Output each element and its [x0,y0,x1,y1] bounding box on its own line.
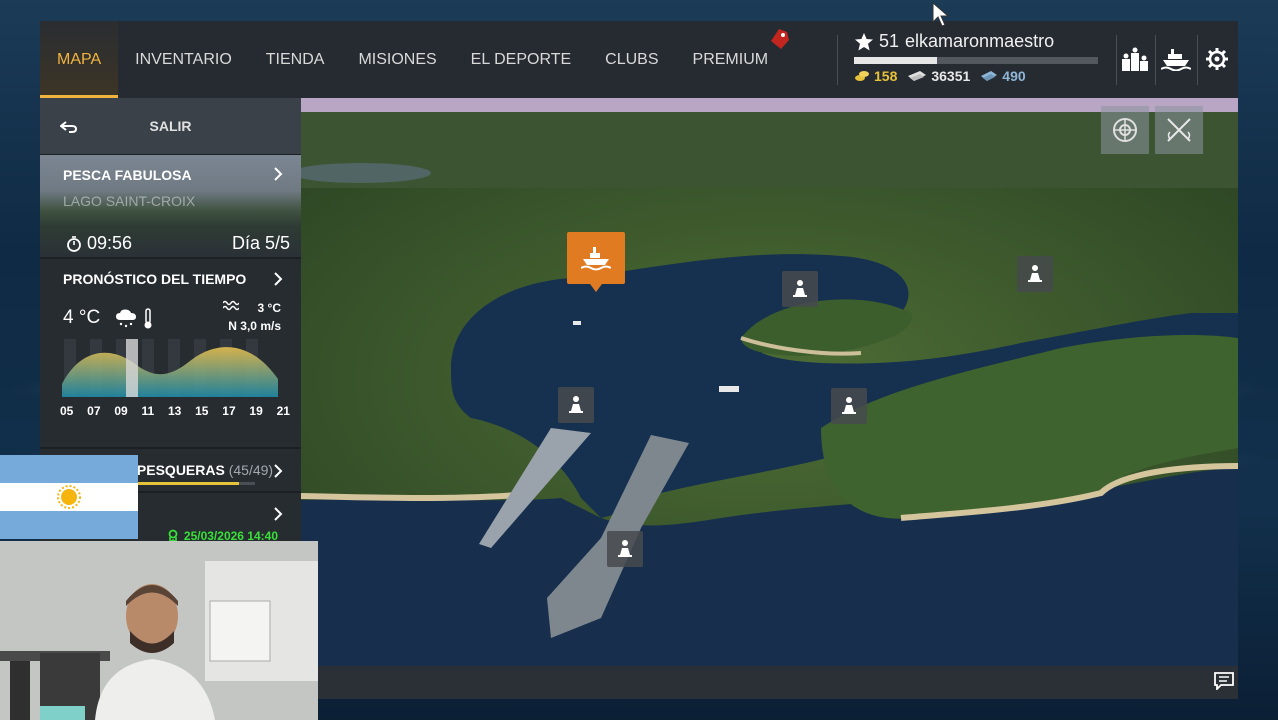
star-icon [855,32,873,50]
player-info[interactable]: 51 elkamaronmaestro 158 36351 490 [854,31,1098,91]
silver-amount: 36351 [931,68,971,84]
tab-el-deporte[interactable]: EL DEPORTE [454,21,588,98]
sale-tag-icon [771,29,790,49]
gear-icon [1206,48,1228,70]
fishing-spot-marker[interactable] [782,271,818,307]
compass-icon [1113,118,1137,142]
forecast-hour-label: 15 [195,404,209,418]
streamer-webcam [0,541,318,720]
game-time: 09:56 [87,233,133,253]
leaderboard-icon [1122,47,1148,71]
species-count: (45/49) [228,462,274,478]
lake-map[interactable] [301,98,1238,666]
divider [1155,35,1156,85]
weather-title: PRONÓSTICO DEL TIEMPO [63,271,247,287]
divider [837,35,838,85]
boat-button[interactable] [1159,42,1193,76]
forecast-hour-label: 17 [222,404,236,418]
angler-icon [1028,265,1042,282]
tab-mapa[interactable]: MAPA [40,21,119,98]
weather-forecast-graph [62,339,278,397]
xp-bar-fill [854,57,937,64]
chevron-right-icon [274,272,283,286]
argentina-flag [0,455,138,539]
boat-rental-marker[interactable] [567,232,625,292]
baitcoin-amount: 490 [1002,68,1026,84]
snow-cloud-icon [116,309,136,328]
compass-button[interactable] [1101,106,1149,154]
tab-tienda[interactable]: TIENDA [249,21,342,98]
fishing-spot-marker[interactable] [558,387,594,423]
forecast-hour-label: 05 [60,404,74,418]
forecast-hour-label: 19 [249,404,263,418]
chevron-right-icon [274,507,283,521]
forecast-hour-label: 07 [87,404,101,418]
angler-icon [793,280,807,297]
angler-icon [618,540,632,557]
gold-coins-icon [855,71,869,81]
settings-button[interactable] [1200,42,1234,76]
game-day: Día 5/5 [231,233,290,253]
main-nav: MAPA INVENTARIO TIENDA MISIONES EL DEPOR… [40,21,790,98]
stopwatch-icon [67,235,81,252]
tab-inventario[interactable]: INVENTARIO [118,21,249,98]
exit-button[interactable]: SALIR [40,98,301,155]
exit-label: SALIR [149,118,192,134]
silver-currency: 36351 [907,68,970,84]
xp-bar [854,57,1098,64]
angler-icon [569,396,583,413]
player-level: 51 [879,31,900,51]
location-subtitle: LAGO SAINT-CROIX [63,193,196,209]
water-temperature: 3 °C [257,301,281,315]
boat-icon [581,247,611,271]
player-name: elkamaronmaestro [905,31,1055,51]
divider [1197,35,1198,85]
gold-currency: 158 [854,68,897,84]
baitcoin-currency: 490 [980,68,1026,84]
forecast-hour-label: 13 [167,404,182,418]
location-card[interactable]: PESCA FABULOSA LAGO SAINT-CROIX 09:56 Dí… [40,155,301,259]
chevron-right-icon [274,464,283,478]
weather-card[interactable]: PRONÓSTICO DEL TIEMPO 4 °C 3 °C N 3,0 m/… [40,259,301,449]
silver-bills-icon [908,71,927,81]
current-hour-marker [126,339,138,397]
baitcoins-icon [981,71,998,81]
leaderboard-button[interactable] [1118,42,1152,76]
location-title: PESCA FABULOSA [63,167,192,183]
map-terrain [301,98,1238,666]
angler-icon [842,397,856,414]
chevron-right-icon [274,167,283,181]
forecast-hour-label: 09 [114,404,128,418]
crossed-rods-icon [1167,118,1191,142]
tab-clubs[interactable]: CLUBS [588,21,675,98]
top-bar: MAPA INVENTARIO TIENDA MISIONES EL DEPOR… [40,21,1238,98]
tab-misiones[interactable]: MISIONES [341,21,453,98]
boat-icon [1161,49,1191,71]
wind-speed: N 3,0 m/s [228,319,281,333]
mouse-cursor-icon [932,2,950,27]
thermometer-icon [144,308,152,329]
divider [1116,35,1117,85]
tab-premium-label: PREMIUM [692,51,769,68]
forecast-hours: 05 07 09 11 13 15 17 19 21 [60,404,290,418]
forecast-hour-label: 11 [141,404,155,418]
forecast-hour-label: 21 [276,404,290,418]
chat-icon[interactable] [1213,672,1235,690]
fishing-spot-marker[interactable] [607,531,643,567]
crossed-rods-button[interactable] [1155,106,1203,154]
webcam-feed [0,541,318,720]
tab-premium[interactable]: PREMIUM [676,21,790,98]
fishing-spot-marker[interactable] [831,388,867,424]
fishing-spot-marker[interactable] [1017,256,1053,292]
air-temperature: 4 °C [63,307,101,328]
gold-amount: 158 [874,68,898,84]
